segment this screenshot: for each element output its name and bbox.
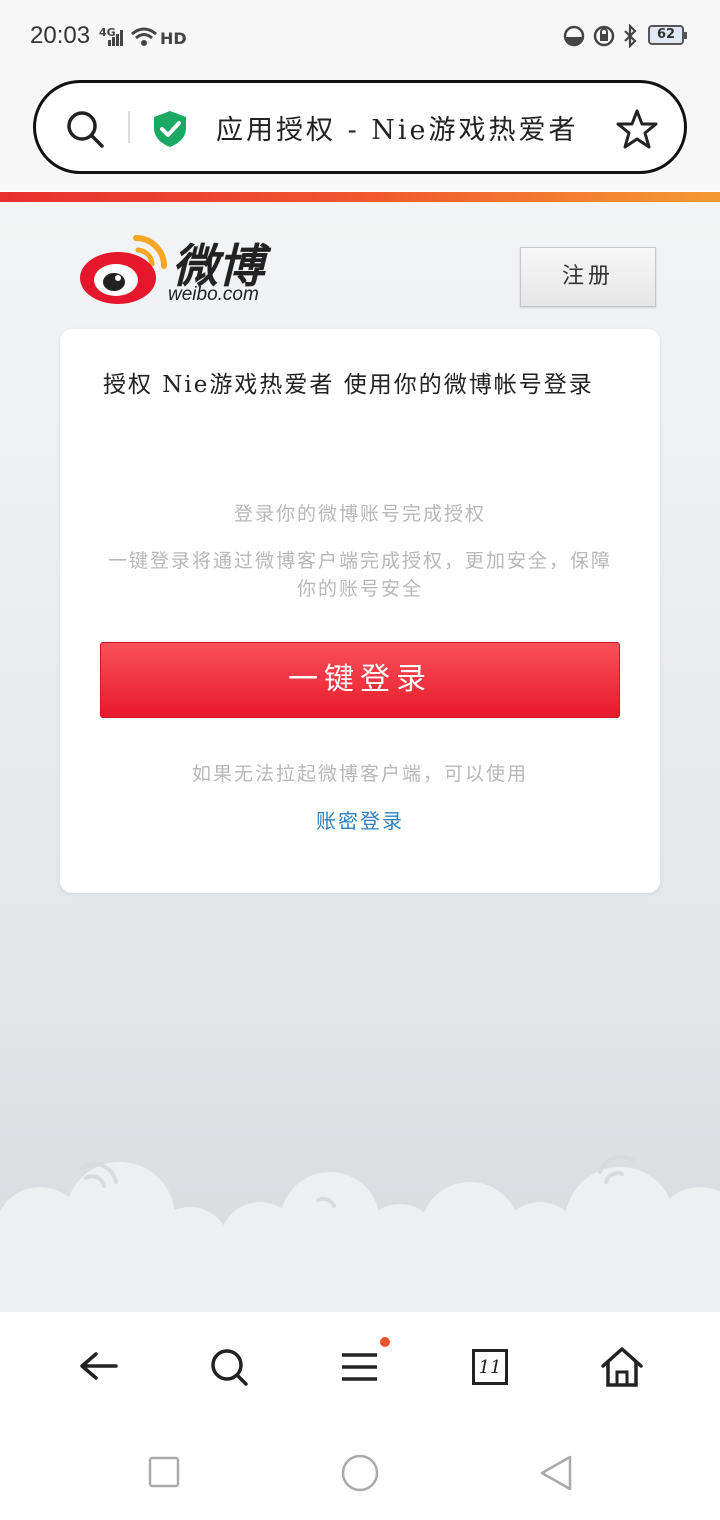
- page-title: 应用授权 - Nie游戏热爱者: [216, 115, 579, 146]
- status-bar: 20:03 4G HD 62: [0, 0, 720, 72]
- menu-icon[interactable]: [330, 1336, 390, 1396]
- auth-title: 授权 Nie游戏热爱者 使用你的微博帐号登录: [103, 372, 594, 398]
- browser-toolbar: 应用授权 - Nie游戏热爱者: [0, 72, 720, 190]
- back-triangle-icon[interactable]: [538, 1454, 574, 1492]
- auth-hint-secondary: 一键登录将通过微博客户端完成授权，更加安全，保障你的账号安全: [107, 550, 612, 600]
- cloud-decoration: [0, 1154, 720, 1312]
- rotation-lock-icon: [593, 25, 615, 47]
- weibo-logo[interactable]: 微博 weibo.com: [80, 232, 300, 308]
- bluetooth-icon: [624, 24, 637, 48]
- home-circle-icon[interactable]: [340, 1453, 380, 1493]
- auth-card: 授权 Nie游戏热爱者 使用你的微博帐号登录 登录你的微博账号完成授权 一键登录…: [60, 329, 660, 893]
- address-bar[interactable]: 应用授权 - Nie游戏热爱者: [33, 80, 687, 174]
- home-icon[interactable]: [592, 1336, 652, 1396]
- auth-hint-primary: 登录你的微博账号完成授权: [233, 503, 486, 525]
- tabs-icon[interactable]: 11: [472, 1349, 532, 1409]
- accent-line: [0, 192, 720, 202]
- browser-bottom-nav: 11: [0, 1312, 720, 1424]
- password-login-link[interactable]: 账密登录: [60, 805, 660, 834]
- search-icon[interactable]: [66, 110, 106, 150]
- star-icon[interactable]: [616, 108, 658, 150]
- clock: 20:03: [30, 22, 91, 49]
- weibo-auth-page: 微博 weibo.com 注册 授权 Nie游戏热爱者 使用你的微博帐号登录 登…: [0, 202, 720, 1312]
- signal-icon: [108, 30, 123, 46]
- weibo-eye-icon: [80, 235, 167, 304]
- fallback-text: 如果无法拉起微博客户端，可以使用: [191, 763, 528, 785]
- shield-check-icon: [154, 111, 186, 147]
- url-divider: [128, 111, 130, 143]
- wifi-icon: [131, 27, 157, 46]
- hd-indicator: HD: [160, 29, 187, 48]
- battery-indicator: 62: [648, 25, 687, 45]
- recents-icon[interactable]: [148, 1456, 180, 1488]
- search-nav-icon[interactable]: [200, 1336, 260, 1396]
- one-click-login-button[interactable]: 一键登录: [100, 642, 620, 718]
- tab-count: 11: [472, 1349, 508, 1385]
- data-saver-icon: [563, 25, 585, 47]
- logo-english: weibo.com: [168, 284, 259, 305]
- register-button[interactable]: 注册: [520, 247, 656, 307]
- system-nav-bar: [0, 1424, 720, 1520]
- back-arrow-icon[interactable]: [70, 1336, 130, 1396]
